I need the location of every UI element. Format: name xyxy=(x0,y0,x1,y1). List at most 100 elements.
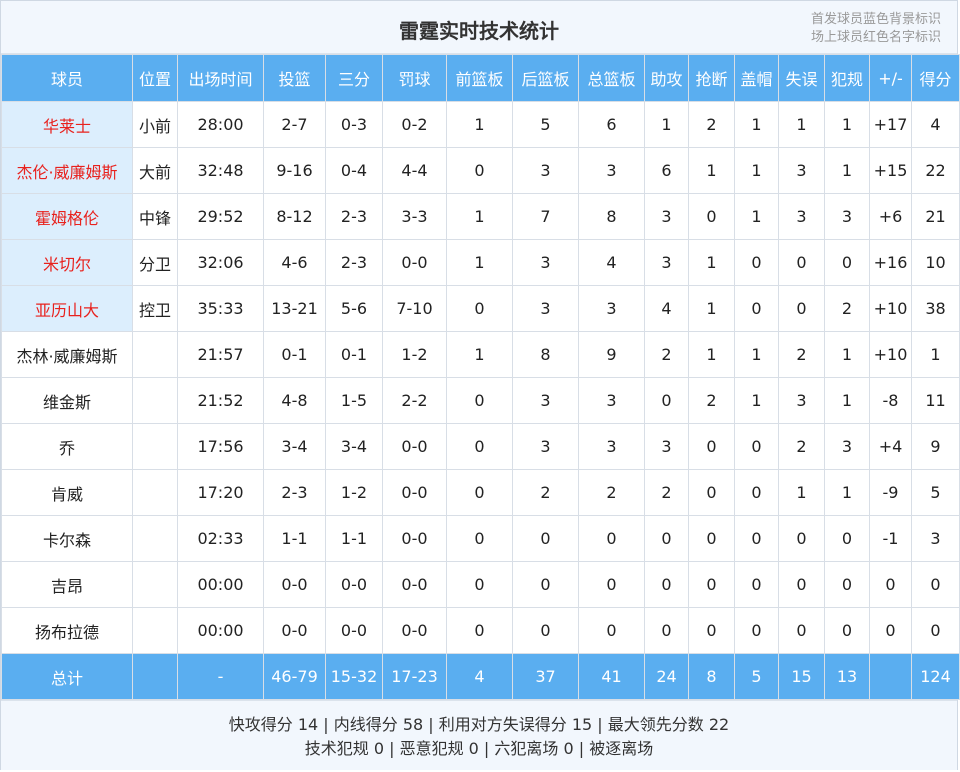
table-row: 扬布拉德 00:00 0-0 0-0 0-0 0 0 0 0 0 0 0 0 0 0 xyxy=(1,607,960,654)
stat-blk: 0 xyxy=(734,469,779,516)
stat-tov: 2 xyxy=(778,423,825,470)
stat-reb: 3 xyxy=(578,147,645,194)
table-row: 肯威 17:20 2-3 1-2 0-0 0 2 2 2 0 0 1 1 -9 5 xyxy=(1,469,960,516)
total-ast: 24 xyxy=(644,653,689,700)
stat-oreb: 0 xyxy=(446,147,513,194)
column-header-minutes[interactable]: 出场时间 xyxy=(177,54,264,102)
stat-pf: 0 xyxy=(824,607,870,654)
stat-plusminus: 0 xyxy=(869,561,912,608)
player-name[interactable]: 霍姆格伦 xyxy=(1,193,133,240)
stat-plusminus: +6 xyxy=(869,193,912,240)
player-name[interactable]: 杰伦·威廉姆斯 xyxy=(1,147,133,194)
stat-reb: 0 xyxy=(578,607,645,654)
stat-plusminus: -9 xyxy=(869,469,912,516)
stat-pf: 0 xyxy=(824,515,870,562)
stat-blk: 1 xyxy=(734,193,779,240)
stat-three: 0-4 xyxy=(325,147,383,194)
total-plusminus xyxy=(869,653,912,700)
column-header-position[interactable]: 位置 xyxy=(132,54,178,102)
header-row: 球员 位置 出场时间 投篮 三分 罚球 前篮板 后篮板 总篮板 助攻 抢断 盖帽 失误 犯规 +/- 得分 xyxy=(1,54,960,102)
player-name[interactable]: 亚历山大 xyxy=(1,285,133,332)
stat-tov: 0 xyxy=(778,239,825,286)
total-tov: 15 xyxy=(778,653,825,700)
legend-starter: 首发球员蓝色背景标识 xyxy=(810,12,941,27)
stat-dreb: 3 xyxy=(512,423,579,470)
table-row: 霍姆格伦 中锋 29:52 8-12 2-3 3-3 1 7 8 3 0 1 3 3 +6 21 xyxy=(1,193,960,240)
table-body: 华莱士 小前 28:00 2-7 0-3 0-2 1 5 6 1 2 1 1 1 +17 4 杰伦·威廉姆斯 大前… xyxy=(1,101,960,654)
stat-ast: 4 xyxy=(644,285,689,332)
stat-pts: 38 xyxy=(911,285,960,332)
stat-blk: 0 xyxy=(734,423,779,470)
stat-plusminus: +10 xyxy=(869,285,912,332)
player-name[interactable]: 卡尔森 xyxy=(1,515,133,562)
stat-stl: 0 xyxy=(688,515,735,562)
column-header-ast[interactable]: 助攻 xyxy=(644,54,689,102)
player-name[interactable]: 杰林·威廉姆斯 xyxy=(1,331,133,378)
stat-oreb: 0 xyxy=(446,561,513,608)
player-name[interactable]: 维金斯 xyxy=(1,377,133,424)
stat-dreb: 5 xyxy=(512,101,579,148)
column-header-plusminus[interactable]: +/- xyxy=(869,54,912,102)
stat-tov: 3 xyxy=(778,377,825,424)
stat-minutes: 17:20 xyxy=(177,469,264,516)
player-name[interactable]: 华莱士 xyxy=(1,101,133,148)
stat-fg: 4-6 xyxy=(263,239,326,286)
total-oreb: 4 xyxy=(446,653,513,700)
column-header-fg[interactable]: 投篮 xyxy=(263,54,326,102)
total-blk: 5 xyxy=(734,653,779,700)
stat-dreb: 0 xyxy=(512,561,579,608)
player-name[interactable]: 扬布拉德 xyxy=(1,607,133,654)
column-header-tov[interactable]: 失误 xyxy=(778,54,825,102)
stat-dreb: 0 xyxy=(512,515,579,562)
stat-tov: 1 xyxy=(778,469,825,516)
stat-dreb: 3 xyxy=(512,147,579,194)
stat-dreb: 2 xyxy=(512,469,579,516)
column-header-player[interactable]: 球员 xyxy=(1,54,133,102)
stat-plusminus: +10 xyxy=(869,331,912,378)
stat-tov: 1 xyxy=(778,101,825,148)
column-header-oreb[interactable]: 前篮板 xyxy=(446,54,513,102)
stat-pts: 10 xyxy=(911,239,960,286)
column-header-blk[interactable]: 盖帽 xyxy=(734,54,779,102)
table-row: 卡尔森 02:33 1-1 1-1 0-0 0 0 0 0 0 0 0 0 -1 3 xyxy=(1,515,960,562)
stat-tov: 3 xyxy=(778,193,825,240)
table-row: 杰伦·威廉姆斯 大前 32:48 9-16 0-4 4-4 0 3 3 6 1 1 3 1 +15 22 xyxy=(1,147,960,194)
column-header-pts[interactable]: 得分 xyxy=(911,54,960,102)
stat-ft: 0-0 xyxy=(382,469,447,516)
summary-line-2: 技术犯规 0 | 恶意犯规 0 | 六犯离场 0 | 被逐离场 xyxy=(304,739,654,758)
stat-pts: 3 xyxy=(911,515,960,562)
stat-ast: 1 xyxy=(644,101,689,148)
table-row: 乔 17:56 3-4 3-4 0-0 0 3 3 3 0 0 2 3 +4 9 xyxy=(1,423,960,470)
stat-position xyxy=(132,515,178,562)
player-name[interactable]: 肯威 xyxy=(1,469,133,516)
stat-oreb: 1 xyxy=(446,101,513,148)
stat-stl: 0 xyxy=(688,193,735,240)
player-name[interactable]: 吉昂 xyxy=(1,561,133,608)
summary-line-1: 快攻得分 14 | 内线得分 58 | 利用对方失误得分 15 | 最大领先分数… xyxy=(228,715,730,734)
stat-pts: 11 xyxy=(911,377,960,424)
stat-blk: 1 xyxy=(734,101,779,148)
stat-reb: 4 xyxy=(578,239,645,286)
stat-minutes: 17:56 xyxy=(177,423,264,470)
column-header-reb[interactable]: 总篮板 xyxy=(578,54,645,102)
stat-ft: 2-2 xyxy=(382,377,447,424)
column-header-pf[interactable]: 犯规 xyxy=(824,54,870,102)
stat-three: 1-2 xyxy=(325,469,383,516)
stat-oreb: 0 xyxy=(446,515,513,562)
stat-fg: 2-3 xyxy=(263,469,326,516)
stat-stl: 1 xyxy=(688,331,735,378)
stat-minutes: 32:48 xyxy=(177,147,264,194)
column-header-stl[interactable]: 抢断 xyxy=(688,54,735,102)
column-header-ft[interactable]: 罚球 xyxy=(382,54,447,102)
column-header-dreb[interactable]: 后篮板 xyxy=(512,54,579,102)
column-header-three[interactable]: 三分 xyxy=(325,54,383,102)
stat-position xyxy=(132,561,178,608)
stat-position xyxy=(132,607,178,654)
stat-dreb: 3 xyxy=(512,239,579,286)
player-name[interactable]: 乔 xyxy=(1,423,133,470)
stat-position: 控卫 xyxy=(132,285,178,332)
stat-pts: 1 xyxy=(911,331,960,378)
stats-table: 球员 位置 出场时间 投篮 三分 罚球 前篮板 后篮板 总篮板 助攻 抢断 盖帽 失误 犯规 +/- 得分 华… xyxy=(1,54,960,700)
stat-position xyxy=(132,331,178,378)
player-name[interactable]: 米切尔 xyxy=(1,239,133,286)
